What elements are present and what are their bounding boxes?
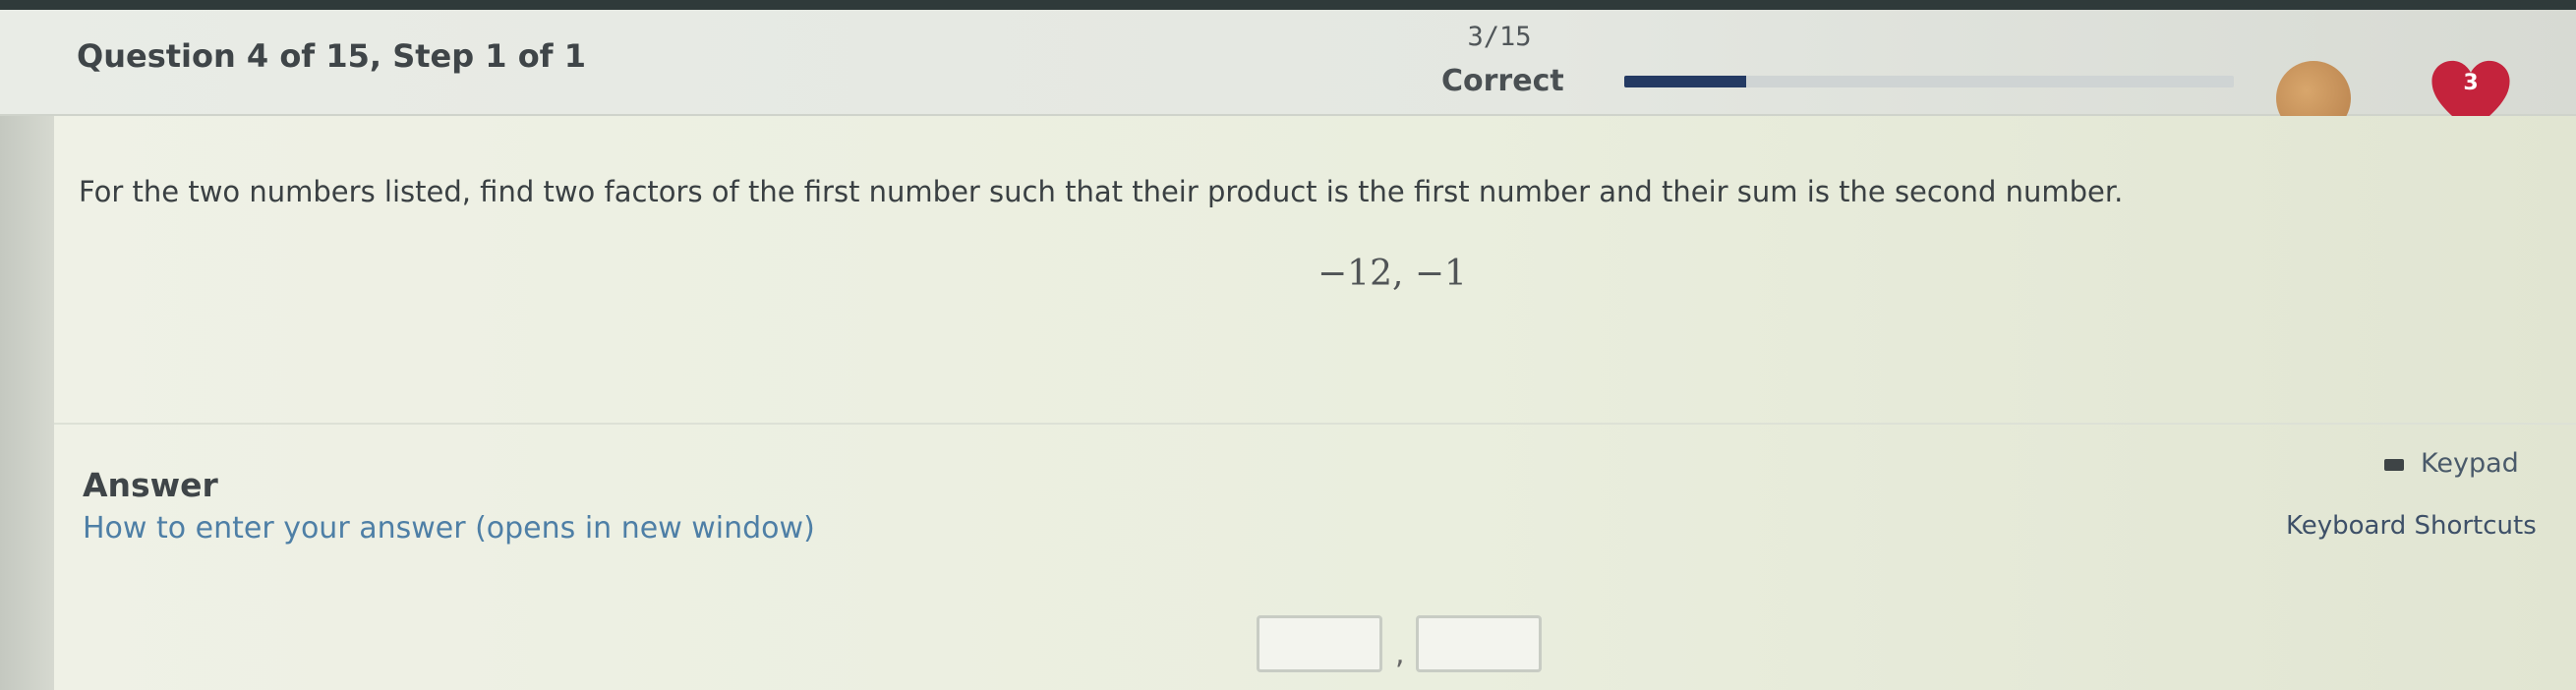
score-counter: 3/15 (1467, 22, 1532, 52)
heart-count: 3 (2463, 71, 2479, 95)
progress-bar (1624, 76, 2234, 87)
answer-label: Answer (83, 466, 218, 504)
keyboard-shortcuts-link[interactable]: Keyboard Shortcuts (2286, 511, 2537, 541)
keypad-icon[interactable] (2384, 459, 2404, 471)
question-header: Question 4 of 15, Step 1 of 1 3/15 Corre… (0, 10, 2576, 136)
answer-separator: , (1395, 637, 1405, 671)
howto-link[interactable]: How to enter your answer (opens in new w… (83, 511, 815, 546)
answer-input-1[interactable] (1257, 615, 1382, 672)
status-text: Correct (1441, 64, 1564, 98)
keypad-button[interactable]: Keypad (2421, 448, 2519, 479)
top-border (0, 0, 2576, 10)
left-strip (0, 116, 54, 690)
answer-input-2[interactable] (1416, 615, 1542, 672)
question-title: Question 4 of 15, Step 1 of 1 (77, 37, 586, 75)
section-divider (54, 423, 2576, 425)
progress-fill (1624, 76, 1746, 87)
given-numbers: −12, −1 (1317, 254, 1467, 294)
question-prompt: For the two numbers listed, find two fac… (79, 175, 2124, 208)
